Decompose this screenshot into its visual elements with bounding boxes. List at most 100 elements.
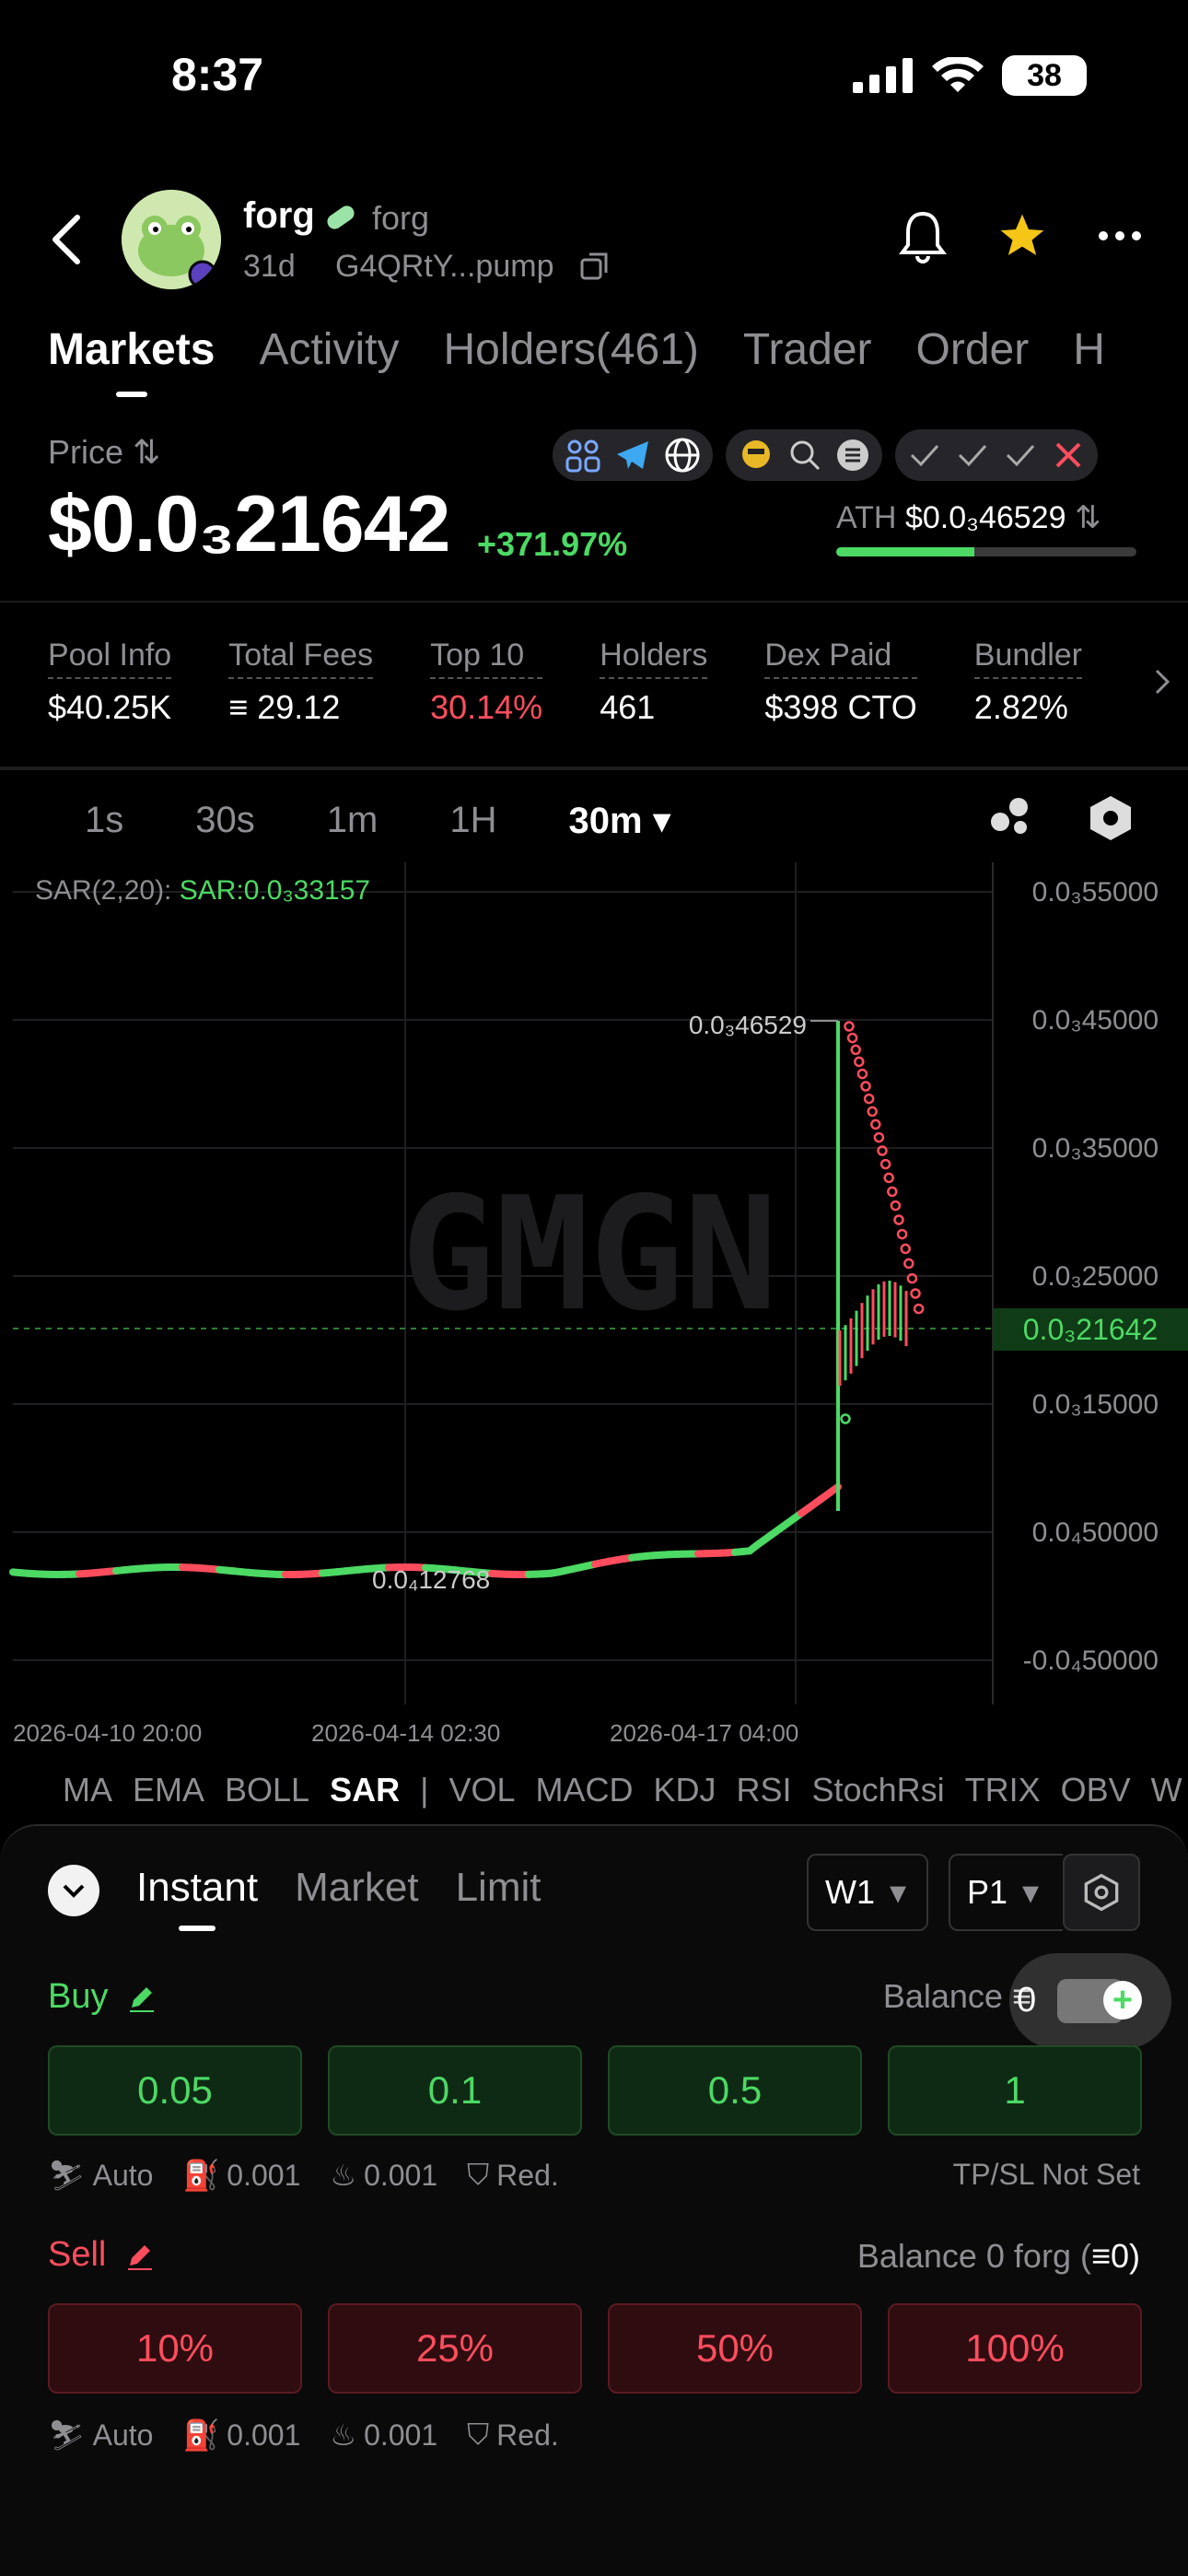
- price-chart[interactable]: 0.0₃55000 0.0₃45000 0.0₃35000 0.0₃25000 0.0₃…: [0, 862, 1188, 1710]
- ind-boll[interactable]: BOLL: [225, 1771, 309, 1809]
- sell-percent-button[interactable]: 25%: [328, 2303, 582, 2394]
- y-tick: -0.0₄50000: [1023, 1645, 1159, 1676]
- telegram-icon[interactable]: [613, 436, 652, 474]
- ind-rsi[interactable]: RSI: [737, 1771, 792, 1809]
- stat-total-fees[interactable]: Total Fees ≡ 29.12: [228, 638, 374, 727]
- token-address[interactable]: G4QRtY...pump: [335, 249, 554, 285]
- more-icon[interactable]: [1098, 230, 1142, 241]
- dev-icon[interactable]: [737, 436, 775, 474]
- preset-select[interactable]: P1 ▾: [949, 1854, 1063, 1931]
- auto-icon: ⛷: [48, 2418, 86, 2452]
- indicator-icon[interactable]: [987, 794, 1033, 835]
- mev-setting: ⛉ Red.: [467, 2418, 559, 2453]
- swap-icon[interactable]: ⇅: [1075, 500, 1101, 535]
- edit-icon[interactable]: [126, 1982, 157, 2013]
- bell-icon[interactable]: [899, 208, 947, 263]
- sell-percent-button[interactable]: 100%: [888, 2303, 1142, 2394]
- y-tick: 0.0₃25000: [1032, 1261, 1159, 1292]
- sar-dot: [860, 1081, 871, 1092]
- copy-icon[interactable]: [578, 251, 611, 284]
- ind-kdj[interactable]: KDJ: [654, 1771, 716, 1809]
- swap-icon[interactable]: ⇅: [133, 433, 160, 471]
- sell-percent-button[interactable]: 10%: [48, 2303, 302, 2394]
- trade-settings-button[interactable]: [1063, 1854, 1140, 1931]
- sell-balance: Balance 0 forg (≡0): [857, 2237, 1140, 2276]
- ind-obv[interactable]: OBV: [1061, 1771, 1131, 1809]
- stat-dex-paid[interactable]: Dex Paid $398 CTO: [764, 638, 917, 727]
- stat-holders[interactable]: Holders 461: [600, 638, 708, 727]
- search-icon[interactable]: [786, 437, 823, 474]
- tab-order[interactable]: Order: [916, 324, 1030, 375]
- stat-label: Holders: [600, 638, 708, 679]
- sell-percent-button[interactable]: 50%: [608, 2303, 862, 2394]
- tf-30s[interactable]: 30s: [195, 800, 255, 842]
- x-tick: 2026-04-14 02:30: [311, 1719, 501, 1747]
- star-icon[interactable]: [996, 210, 1048, 262]
- buy-amount-button[interactable]: 0.05: [48, 2045, 302, 2136]
- chevron-right-icon[interactable]: [1151, 665, 1173, 698]
- sar-dot: [896, 1228, 908, 1240]
- token-symbol: forg: [372, 199, 430, 237]
- tf-1h[interactable]: 1H: [449, 800, 496, 842]
- ind-trix[interactable]: TRIX: [965, 1771, 1041, 1809]
- tf-1s[interactable]: 1s: [85, 800, 123, 842]
- ind-macd[interactable]: MACD: [536, 1771, 634, 1809]
- wallet-select[interactable]: W1 ▾: [807, 1854, 928, 1931]
- sell-settings[interactable]: ⛷ Auto ⛽ 0.001 ♨ 0.001 ⛉ Red.: [48, 2418, 559, 2453]
- tpsl-status[interactable]: TP/SL Not Set: [953, 2158, 1140, 2192]
- globe-icon[interactable]: [663, 436, 702, 474]
- stat-value: 2.82%: [973, 688, 1068, 726]
- stat-bundler[interactable]: Bundler 2.82%: [973, 638, 1082, 727]
- tab-activity[interactable]: Activity: [259, 324, 399, 375]
- community-icon[interactable]: [564, 436, 602, 474]
- tab-limit[interactable]: Limit: [456, 1865, 542, 1911]
- collapse-button[interactable]: [48, 1865, 99, 1916]
- check-icon: [958, 444, 987, 467]
- buy-amount-button[interactable]: 1: [888, 2045, 1142, 2136]
- ind-w[interactable]: W: [1151, 1771, 1182, 1809]
- gas-setting: ⛽ 0.001: [182, 2158, 300, 2193]
- tab-market[interactable]: Market: [295, 1865, 418, 1911]
- checks-pill: [895, 429, 1098, 481]
- plus-icon: +: [1103, 1981, 1142, 2020]
- tab-h[interactable]: H: [1073, 324, 1105, 375]
- back-icon[interactable]: [46, 212, 87, 267]
- stat-label: Bundler: [973, 638, 1082, 679]
- status-icons: 38: [853, 55, 1087, 96]
- ath-progress: [836, 547, 1136, 556]
- price-change: +371.97%: [477, 525, 628, 563]
- settings-hex-icon: [1084, 1873, 1119, 1912]
- pill-icon: [327, 205, 355, 229]
- auto-setting: ⛷ Auto: [48, 2418, 153, 2453]
- buy-balance-label: Balance: [882, 1977, 1003, 2015]
- y-tick: 0.0₄50000: [1032, 1517, 1159, 1548]
- buy-amount-button[interactable]: 0.1: [328, 2045, 582, 2136]
- solana-scan-icon[interactable]: [834, 437, 871, 474]
- stat-pool-info[interactable]: Pool Info $40.25K: [48, 638, 172, 727]
- tf-1m[interactable]: 1m: [327, 800, 379, 842]
- chevron-down-icon: [63, 1884, 85, 1898]
- buy-amount-button[interactable]: 0.5: [608, 2045, 862, 2136]
- tab-trader[interactable]: Trader: [743, 324, 872, 375]
- ind-vol[interactable]: VOL: [448, 1771, 515, 1809]
- order-mode-tabs: Instant Market Limit: [136, 1865, 542, 1931]
- current-price-tag: 0.0₃21642: [1023, 1313, 1159, 1346]
- ind-stochrsi[interactable]: StochRsi: [812, 1771, 945, 1809]
- sar-dot: [856, 1068, 868, 1080]
- ind-ema[interactable]: EMA: [133, 1771, 204, 1809]
- stat-top10[interactable]: Top 10 30.14%: [430, 638, 543, 727]
- sar-dot: [854, 1056, 865, 1068]
- tab-markets[interactable]: Markets: [48, 324, 215, 397]
- stat-value: $398 CTO: [764, 688, 917, 726]
- ind-sar[interactable]: SAR: [330, 1771, 400, 1809]
- ind-ma[interactable]: MA: [63, 1771, 112, 1809]
- tab-instant[interactable]: Instant: [136, 1865, 258, 1931]
- settings-hex-icon[interactable]: [1089, 794, 1133, 842]
- tab-holders[interactable]: Holders(461): [443, 324, 698, 375]
- edit-icon[interactable]: [124, 2240, 156, 2271]
- stat-label: Top 10: [430, 638, 543, 679]
- tf-30m[interactable]: 30m ▾: [568, 800, 670, 842]
- x-tick: 2026-04-17 04:00: [610, 1719, 799, 1747]
- buy-settings[interactable]: ⛷ Auto ⛽ 0.001 ♨ 0.001 ⛉ Red.: [48, 2158, 559, 2193]
- deposit-button[interactable]: 0 +: [1009, 1953, 1171, 2049]
